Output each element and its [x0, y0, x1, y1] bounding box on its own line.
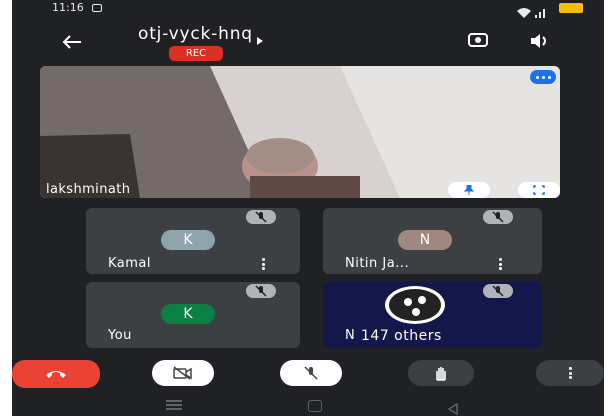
status-time: 11:16: [52, 1, 84, 14]
mic-off-icon: [246, 284, 276, 298]
others-count-label: 147 others: [361, 328, 442, 344]
more-options-icon: [568, 367, 572, 379]
recents-icon[interactable]: [166, 404, 182, 406]
mic-off-icon: [304, 366, 318, 380]
avatar: K: [161, 230, 215, 250]
pin-icon: [464, 185, 474, 195]
end-call-button[interactable]: [12, 360, 100, 388]
others-tile[interactable]: N 147 others: [323, 282, 542, 348]
meet-screen: 11:16 otj-vyck-hnq REC lakshminath K Kam…: [12, 0, 604, 416]
participant-tile-you[interactable]: K You: [86, 282, 300, 348]
wifi-icon: [517, 3, 531, 22]
participant-tile-kamal[interactable]: K Kamal: [86, 208, 300, 274]
camera-switch-icon[interactable]: [467, 31, 489, 51]
avatar: N: [398, 230, 452, 250]
fullscreen-button[interactable]: [518, 182, 560, 198]
main-video-tile[interactable]: lakshminath: [40, 66, 560, 198]
pin-button[interactable]: [448, 182, 490, 198]
mic-off-icon: [246, 210, 276, 224]
system-nav-bar: [12, 396, 604, 416]
mic-toggle-button[interactable]: [280, 360, 342, 386]
kebab-icon[interactable]: [499, 258, 502, 270]
main-video-name: lakshminath: [46, 182, 131, 197]
participant-name: You: [108, 328, 132, 343]
main-video-feed: [40, 66, 560, 198]
rec-badge: REC: [169, 46, 223, 61]
raise-hand-button[interactable]: [408, 360, 474, 386]
notification-icon: [92, 4, 102, 12]
kebab-icon[interactable]: [262, 258, 265, 270]
mic-off-icon: [483, 284, 513, 298]
back-arrow-icon[interactable]: [62, 34, 82, 53]
signal-icon: [535, 3, 545, 22]
speaker-icon[interactable]: [530, 33, 550, 52]
participant-tile-nitin[interactable]: N Nitin Ja...: [323, 208, 542, 274]
end-call-icon: [46, 371, 66, 378]
phone-frame: 11:16 otj-vyck-hnq REC lakshminath K Kam…: [0, 0, 608, 416]
participant-name: Kamal: [108, 256, 152, 271]
raise-hand-icon: [436, 367, 446, 381]
expand-details-icon[interactable]: [256, 30, 264, 49]
fullscreen-icon: [533, 185, 545, 195]
home-icon[interactable]: [308, 400, 322, 412]
others-name-prefix: N: [345, 328, 356, 343]
avatar: K: [161, 304, 215, 324]
meeting-code[interactable]: otj-vyck-hnq: [138, 24, 253, 44]
camera-off-icon: [173, 366, 192, 380]
obs-logo-icon: [385, 286, 445, 324]
participant-name: Nitin Ja...: [345, 256, 410, 271]
mic-off-icon: [483, 210, 513, 224]
battery-icon: [559, 3, 583, 13]
camera-toggle-button[interactable]: [152, 360, 214, 386]
nav-back-icon[interactable]: [447, 400, 458, 416]
more-options-button[interactable]: [536, 360, 604, 386]
speaking-indicator-icon: [530, 70, 556, 84]
